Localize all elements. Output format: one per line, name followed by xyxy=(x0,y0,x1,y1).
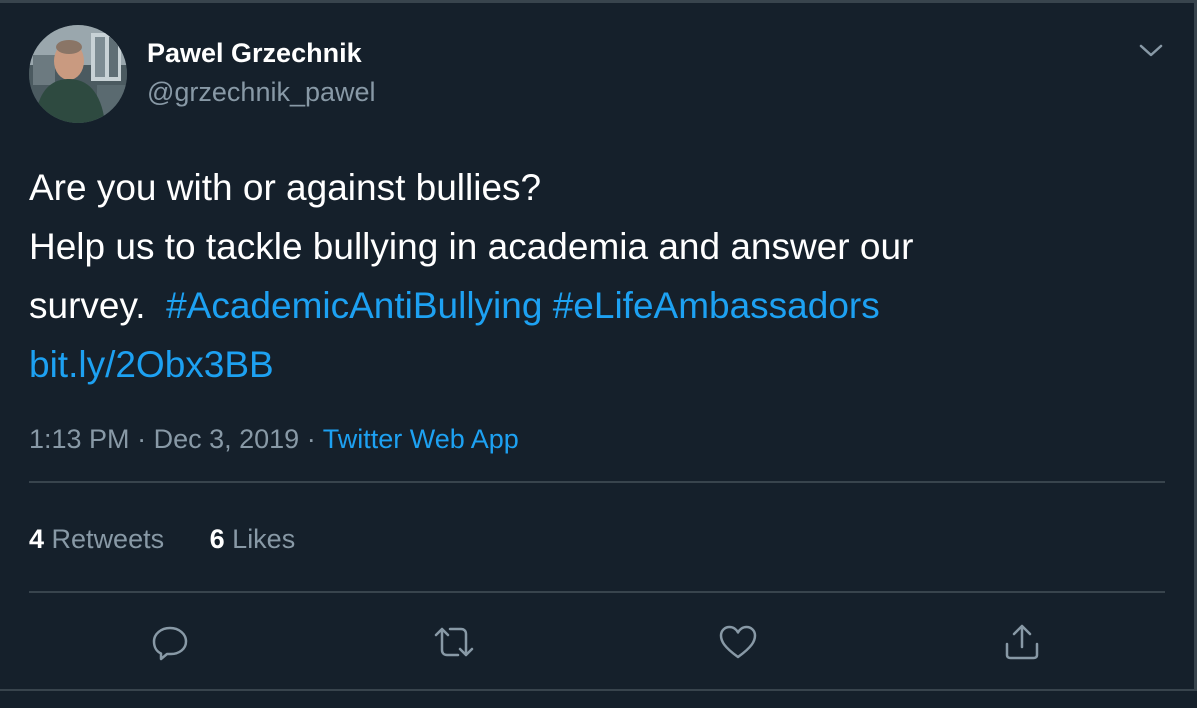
likes-count: 6 xyxy=(209,524,225,554)
likes-stat[interactable]: 6 Likes xyxy=(210,524,296,554)
retweets-count: 4 xyxy=(29,524,45,554)
divider xyxy=(29,481,1165,483)
tweet-line-2: Help us to tackle bullying in academia a… xyxy=(29,226,914,267)
bottom-border xyxy=(0,689,1197,691)
share-icon xyxy=(1005,624,1039,660)
hashtag-link[interactable]: #eLifeAmbassadors xyxy=(553,285,880,326)
retweets-label: Retweets xyxy=(51,524,165,554)
top-border xyxy=(0,0,1197,3)
chevron-down-icon[interactable] xyxy=(1134,34,1168,68)
display-name[interactable]: Pawel Grzechnik xyxy=(147,38,362,69)
hashtag-link[interactable]: #AcademicAntiBullying xyxy=(166,285,542,326)
tweet-line-3: survey. #AcademicAntiBullying #eLifeAmba… xyxy=(29,276,1169,335)
meta-separator: · xyxy=(137,424,147,454)
tweet-meta: 1:13 PM · Dec 3, 2019 · Twitter Web App xyxy=(29,424,519,455)
tweet-source[interactable]: Twitter Web App xyxy=(323,424,519,454)
tweet-line-3-text: survey. xyxy=(29,285,146,326)
retweet-icon xyxy=(434,627,474,657)
meta-separator: · xyxy=(306,424,316,454)
reply-icon xyxy=(152,626,188,661)
tweet-line-1: Are you with or against bullies? xyxy=(29,167,542,208)
user-handle[interactable]: @grzechnik_pawel xyxy=(147,77,376,108)
tweet-stats: 4 Retweets 6 Likes xyxy=(29,524,333,555)
tweet-time[interactable]: 1:13 PM xyxy=(29,424,130,454)
like-button[interactable] xyxy=(716,620,760,664)
likes-label: Likes xyxy=(232,524,296,554)
heart-icon xyxy=(719,625,757,659)
retweet-button[interactable] xyxy=(432,620,476,664)
tweet-date[interactable]: Dec 3, 2019 xyxy=(154,424,300,454)
divider xyxy=(29,591,1165,593)
url-link[interactable]: bit.ly/2Obx3BB xyxy=(29,335,1169,394)
avatar-photo xyxy=(29,25,127,123)
reply-button[interactable] xyxy=(148,620,192,664)
retweets-stat[interactable]: 4 Retweets xyxy=(29,524,164,554)
avatar[interactable] xyxy=(29,25,127,123)
share-button[interactable] xyxy=(1000,620,1044,664)
tweet-text: Are you with or against bullies? Help us… xyxy=(29,158,1169,394)
